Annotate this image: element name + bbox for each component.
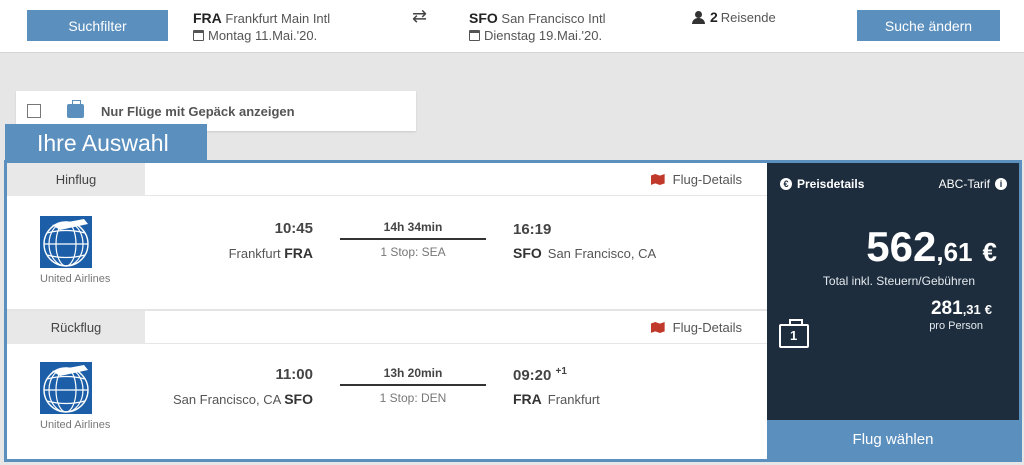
arrival-time-value: 16:19 — [513, 221, 552, 238]
united-airlines-logo — [40, 362, 92, 414]
tarif-info[interactable]: ABC-Tarif i — [939, 177, 1007, 191]
arrival-place: FRA Frankfurt — [513, 391, 600, 407]
selection-title: Ihre Auswahl — [5, 124, 207, 162]
destination-name: San Francisco Intl — [501, 11, 606, 26]
flight-duration: 13h 20min — [383, 366, 443, 380]
baggage-filter-label: Nur Flüge mit Gepäck anzeigen — [101, 103, 295, 119]
origin-name: Frankfurt Main Intl — [225, 11, 331, 26]
map-icon — [650, 322, 665, 333]
departure-code: SFO — [284, 391, 313, 407]
departure-date: Montag 11.Mai.'20. — [208, 28, 318, 43]
baggage-count: 1 — [790, 328, 798, 343]
baggage-filter-checkbox[interactable] — [27, 104, 41, 118]
departure-city: San Francisco, CA — [172, 392, 281, 407]
departure-time: 10:45 — [274, 220, 313, 237]
return-header: Rückflug Flug-Details — [7, 311, 767, 344]
total-price: 562,61 € — [866, 223, 997, 271]
price-details-label: Preisdetails — [797, 177, 865, 191]
total-price-integer: 562 — [866, 223, 937, 270]
origin-summary: FRA Frankfurt Main Intl Montag 11.Mai.'2… — [193, 10, 330, 43]
swap-arrows-icon: ⇄ — [412, 6, 428, 26]
departure-time: 11:00 — [275, 366, 313, 383]
outbound-flight-details-link[interactable]: Flug-Details — [650, 172, 742, 187]
tarif-label: ABC-Tarif — [938, 177, 990, 191]
travellers-label: Reisende — [720, 9, 776, 25]
stops-info: 1 Stop: DEN — [379, 391, 447, 405]
flight-details-label: Flug-Details — [672, 320, 742, 335]
united-airlines-logo — [40, 216, 92, 268]
price-panel: € Preisdetails ABC-Tarif i 562,61 € Total… — [767, 163, 1019, 459]
duration-line — [340, 238, 486, 240]
stops-info: 1 Stop: SEA — [380, 245, 446, 259]
euro-icon: € — [780, 178, 792, 190]
arrival-day-offset: +1 — [555, 366, 567, 377]
arrival-code: FRA — [513, 391, 542, 407]
return-segment: Rückflug Flug-Details United Airlines 11… — [7, 311, 767, 459]
luggage-icon: 1 — [779, 319, 809, 348]
per-person-price: 281,31 € — [931, 298, 992, 320]
duration-line — [340, 384, 486, 386]
select-flight-button[interactable]: Flug wählen — [767, 420, 1019, 459]
per-person-label: pro Person — [929, 320, 983, 332]
total-price-label: Total inkl. Steuern/Gebühren — [822, 274, 975, 288]
flight-details-label: Flug-Details — [672, 172, 742, 187]
calendar-icon — [469, 30, 480, 41]
return-date: Dienstag 19.Mai.'20. — [484, 28, 603, 43]
travellers-count: 2 Reisende — [692, 9, 776, 25]
arrival-time: 09:20 +1 — [513, 366, 567, 384]
search-filter-button[interactable]: Suchfilter — [27, 10, 168, 41]
arrival-code: SFO — [513, 245, 542, 261]
person-icon — [692, 10, 705, 24]
departure-place: Frankfurt FRA — [113, 245, 313, 261]
return-flight-details-link[interactable]: Flug-Details — [650, 320, 742, 335]
departure-place: San Francisco, CA SFO — [113, 391, 313, 407]
price-details-link[interactable]: € Preisdetails — [780, 177, 864, 191]
suitcase-icon — [67, 100, 84, 118]
outbound-header: Hinflug Flug-Details — [7, 163, 767, 196]
calendar-icon — [193, 30, 204, 41]
arrival-time: 16:19 — [513, 220, 551, 238]
per-person-currency: € — [984, 302, 992, 317]
arrival-city: San Francisco, CA — [547, 246, 657, 261]
return-tab: Rückflug — [7, 311, 145, 344]
search-summary-bar: Suchfilter FRA Frankfurt Main Intl Monta… — [0, 0, 1024, 53]
departure-code: FRA — [284, 245, 313, 261]
arrival-city: Frankfurt — [547, 392, 600, 407]
per-person-integer: 281 — [930, 298, 963, 319]
origin-code: FRA — [193, 10, 222, 26]
flight-selection-card: Hinflug Flug-Details United Airlines 10:… — [4, 160, 1022, 462]
arrival-place: SFO San Francisco, CA — [513, 245, 656, 261]
outbound-tab: Hinflug — [7, 163, 145, 196]
total-price-decimal: ,61 — [936, 237, 973, 267]
flight-duration: 14h 34min — [383, 220, 443, 234]
total-price-currency: € — [982, 237, 997, 267]
info-icon: i — [995, 178, 1007, 190]
destination-summary: SFO San Francisco Intl Dienstag 19.Mai.'… — [469, 10, 605, 43]
outbound-segment: Hinflug Flug-Details United Airlines 10:… — [7, 163, 767, 309]
map-icon — [650, 174, 665, 185]
airline-name: United Airlines — [40, 273, 111, 285]
destination-code: SFO — [469, 10, 498, 26]
travellers-number: 2 — [710, 9, 718, 25]
airline-name: United Airlines — [40, 419, 111, 431]
per-person-decimal: ,31 — [962, 302, 981, 317]
arrival-time-value: 09:20 — [513, 367, 552, 384]
change-search-button[interactable]: Suche ändern — [857, 10, 1000, 41]
departure-city: Frankfurt — [228, 246, 281, 261]
